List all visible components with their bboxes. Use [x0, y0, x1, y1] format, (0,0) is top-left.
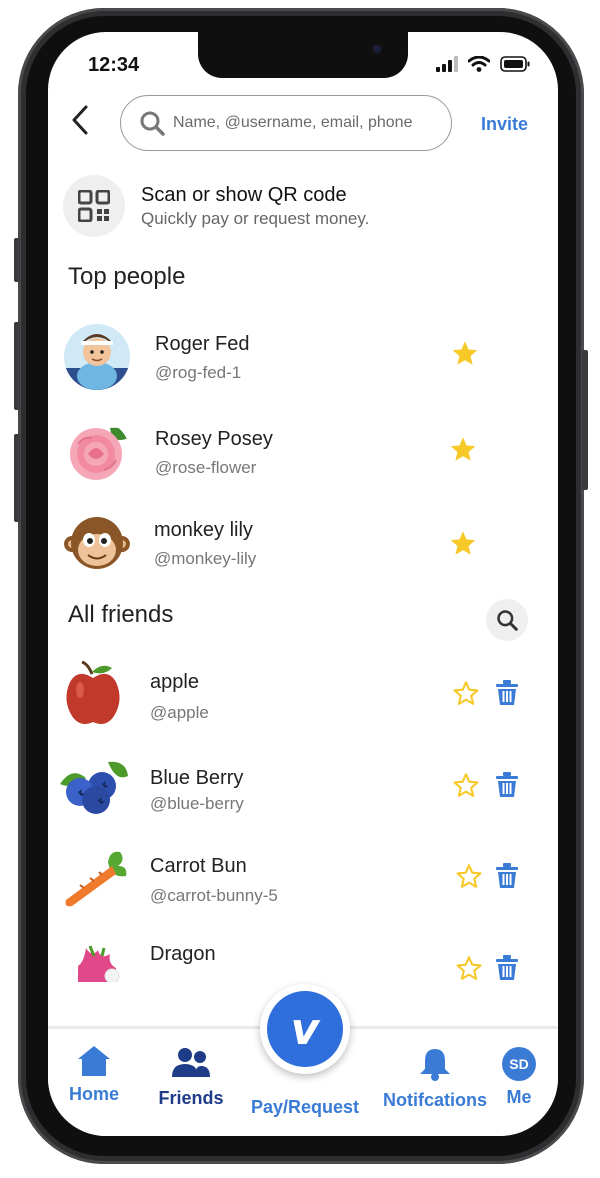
avatar — [64, 324, 130, 390]
qr-code-icon — [78, 190, 110, 222]
mute-switch — [14, 238, 20, 282]
tab-me-label: Me — [506, 1087, 532, 1107]
app-screen: 12:34 Invite — [48, 32, 558, 1136]
list-item[interactable]: monkey lily @monkey-lily — [64, 508, 534, 584]
search-field[interactable] — [120, 95, 452, 151]
tab-me[interactable]: SD Me — [498, 1047, 540, 1108]
qr-title[interactable]: Scan or show QR code — [141, 184, 347, 207]
list-item[interactable]: Dragon — [58, 936, 536, 982]
list-item[interactable]: Roger Fed @rog-fed-1 — [64, 322, 534, 398]
person-handle: @rose-flower — [155, 458, 257, 477]
delete-button[interactable] — [492, 953, 522, 982]
wifi-icon — [468, 56, 490, 72]
avatar: SD — [502, 1047, 536, 1081]
person-name: monkey lily — [154, 519, 253, 541]
qr-code-button[interactable] — [63, 175, 125, 237]
star-filled-icon — [452, 341, 478, 365]
trash-icon — [496, 680, 518, 705]
back-button[interactable] — [68, 104, 92, 141]
star-outline-icon — [453, 773, 479, 797]
qr-subtitle: Quickly pay or request money. — [141, 209, 370, 228]
search-icon — [497, 610, 518, 631]
search-friends-button[interactable] — [486, 599, 528, 641]
person-name: Carrot Bun — [150, 855, 247, 877]
list-item[interactable]: apple @apple — [58, 660, 536, 740]
invite-button[interactable]: Invite — [481, 114, 528, 135]
favorite-button[interactable] — [450, 338, 480, 368]
favorite-button[interactable] — [448, 434, 478, 464]
pay-request-button[interactable]: v — [267, 991, 343, 1067]
tab-friends-label: Friends — [158, 1088, 224, 1108]
person-name: Dragon — [150, 943, 216, 965]
status-time: 12:34 — [88, 54, 140, 76]
person-handle: @blue-berry — [150, 794, 244, 813]
cellular-signal-icon — [436, 56, 458, 72]
person-name: apple — [150, 671, 199, 693]
person-name: Rosey Posey — [155, 428, 273, 450]
favorite-button[interactable] — [448, 528, 478, 558]
star-outline-icon — [453, 681, 479, 705]
person-handle: @apple — [150, 703, 209, 722]
trash-icon — [496, 955, 518, 980]
volume-down-button — [14, 434, 20, 522]
favorite-button[interactable] — [451, 770, 481, 800]
person-handle: @rog-fed-1 — [155, 363, 242, 382]
favorite-button[interactable] — [451, 678, 481, 708]
chevron-left-icon — [72, 105, 88, 135]
tab-pay-request-label[interactable]: Pay/Request — [242, 1097, 368, 1118]
trash-icon — [496, 772, 518, 797]
person-handle: @carrot-bunny-5 — [150, 886, 278, 905]
person-handle: @monkey-lily — [154, 549, 257, 568]
tab-home[interactable]: Home — [62, 1045, 126, 1105]
favorite-button[interactable] — [454, 861, 484, 891]
star-outline-icon — [456, 864, 482, 888]
search-input[interactable] — [171, 113, 445, 133]
tab-notifications[interactable]: Notifcations — [378, 1047, 492, 1111]
status-icons — [436, 56, 530, 72]
front-camera — [370, 42, 384, 56]
volume-up-button — [14, 322, 20, 410]
notch — [198, 32, 408, 78]
list-item[interactable]: Rosey Posey @rose-flower — [64, 418, 534, 494]
home-icon — [78, 1046, 110, 1076]
star-filled-icon — [450, 531, 476, 555]
star-outline-icon — [456, 956, 482, 980]
favorite-button[interactable] — [454, 953, 484, 982]
tab-notifications-label: Notifcations — [382, 1090, 487, 1110]
top-people-heading: Top people — [68, 263, 186, 290]
power-button — [582, 350, 588, 490]
avatar — [64, 420, 130, 486]
search-icon — [140, 111, 165, 136]
avatar — [58, 660, 128, 730]
battery-icon — [500, 56, 530, 72]
delete-button[interactable] — [492, 678, 522, 708]
list-item[interactable]: Blue Berry @blue-berry — [58, 754, 536, 834]
list-item[interactable]: Carrot Bun @carrot-bunny-5 — [58, 844, 536, 924]
person-name: Blue Berry — [150, 767, 244, 789]
delete-button[interactable] — [492, 770, 522, 800]
avatar — [70, 944, 126, 982]
friends-icon — [172, 1048, 210, 1077]
tab-home-label: Home — [68, 1084, 119, 1104]
all-friends-heading: All friends — [68, 601, 174, 628]
avatar — [64, 848, 130, 910]
person-name: Roger Fed — [155, 333, 250, 355]
tab-friends[interactable]: Friends — [152, 1047, 230, 1109]
trash-icon — [496, 863, 518, 888]
star-filled-icon — [450, 437, 476, 461]
avatar — [58, 756, 130, 816]
bell-icon — [420, 1049, 450, 1081]
delete-button[interactable] — [492, 861, 522, 891]
avatar — [64, 510, 130, 576]
